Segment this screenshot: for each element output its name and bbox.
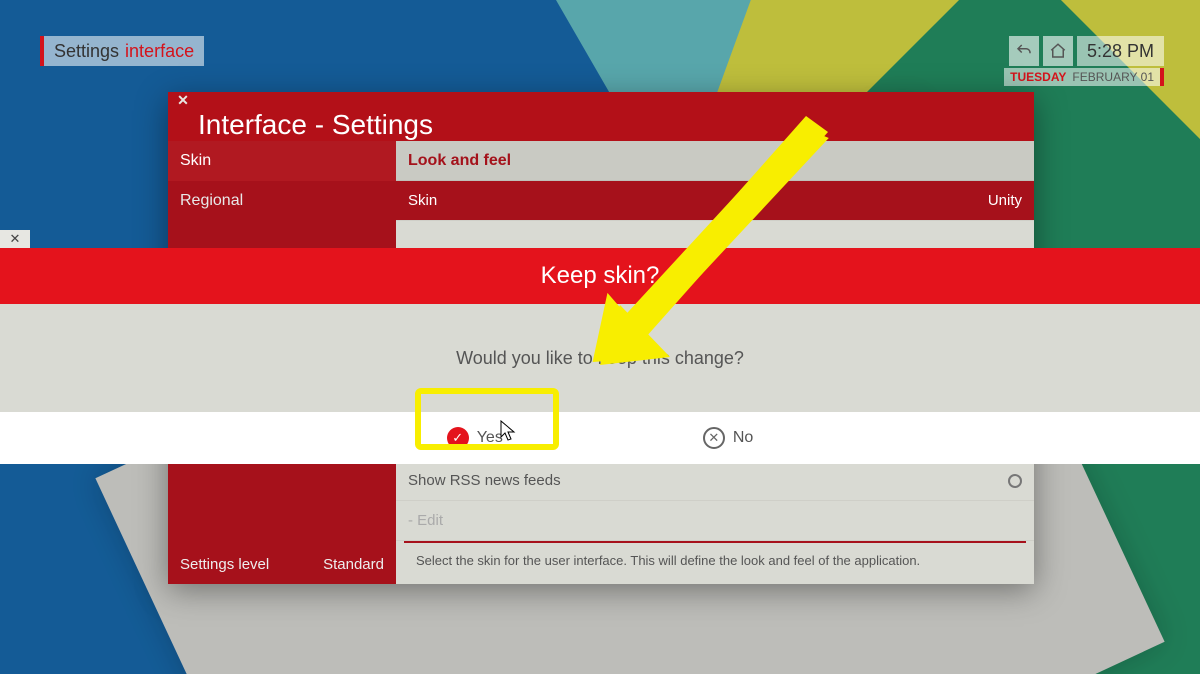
group-header: Look and feel — [396, 141, 1034, 181]
setting-description: Select the skin for the user interface. … — [404, 541, 1026, 584]
panel-close-bar: ✕ — [168, 92, 1034, 109]
sidebar-item-regional[interactable]: Regional — [168, 181, 396, 221]
row-rss[interactable]: Show RSS news feeds — [396, 461, 1034, 501]
dialog-buttons: ✓ Yes ✕ No — [0, 412, 1200, 464]
breadcrumb: Settings interface — [40, 36, 204, 66]
clock-time: 5:28 PM — [1077, 36, 1164, 66]
home-icon[interactable] — [1043, 36, 1073, 66]
sidebar-item-skin[interactable]: Skin — [168, 141, 396, 181]
dialog-close-icon[interactable]: ✕ — [0, 230, 30, 248]
row-edit-label: - Edit — [408, 512, 443, 529]
clock-dayofweek: TUESDAY — [1010, 70, 1066, 84]
mouse-cursor — [500, 420, 518, 442]
yes-label: Yes — [477, 429, 503, 447]
back-icon[interactable] — [1009, 36, 1039, 66]
no-label: No — [733, 429, 753, 447]
breadcrumb-current: interface — [125, 41, 194, 62]
dialog-title: Keep skin? — [0, 248, 1200, 304]
close-icon[interactable]: ✕ — [168, 92, 198, 109]
no-button[interactable]: ✕ No — [673, 421, 783, 455]
clock-date: FEBRUARY 01 — [1072, 70, 1154, 84]
radio-icon[interactable] — [1008, 474, 1022, 488]
clock-block: 5:28 PM TUESDAY FEBRUARY 01 — [1004, 36, 1164, 86]
settings-level-label: Settings level — [180, 556, 269, 573]
dialog-body: Would you like to keep this change? — [0, 304, 1200, 412]
row-skin-value: Unity — [988, 192, 1022, 209]
row-skin-label: Skin — [408, 192, 437, 209]
x-circle-icon: ✕ — [703, 427, 725, 449]
row-skin[interactable]: Skin Unity — [396, 181, 1034, 221]
confirm-dialog: ✕ Keep skin? Would you like to keep this… — [0, 230, 1200, 464]
row-rss-label: Show RSS news feeds — [408, 472, 561, 489]
panel-title: Interface - Settings — [168, 109, 1034, 141]
settings-level-value: Standard — [323, 556, 384, 573]
settings-level[interactable]: Settings level Standard — [168, 544, 396, 584]
row-edit: - Edit — [396, 501, 1034, 541]
check-icon: ✓ — [447, 427, 469, 449]
breadcrumb-root: Settings — [54, 41, 119, 62]
